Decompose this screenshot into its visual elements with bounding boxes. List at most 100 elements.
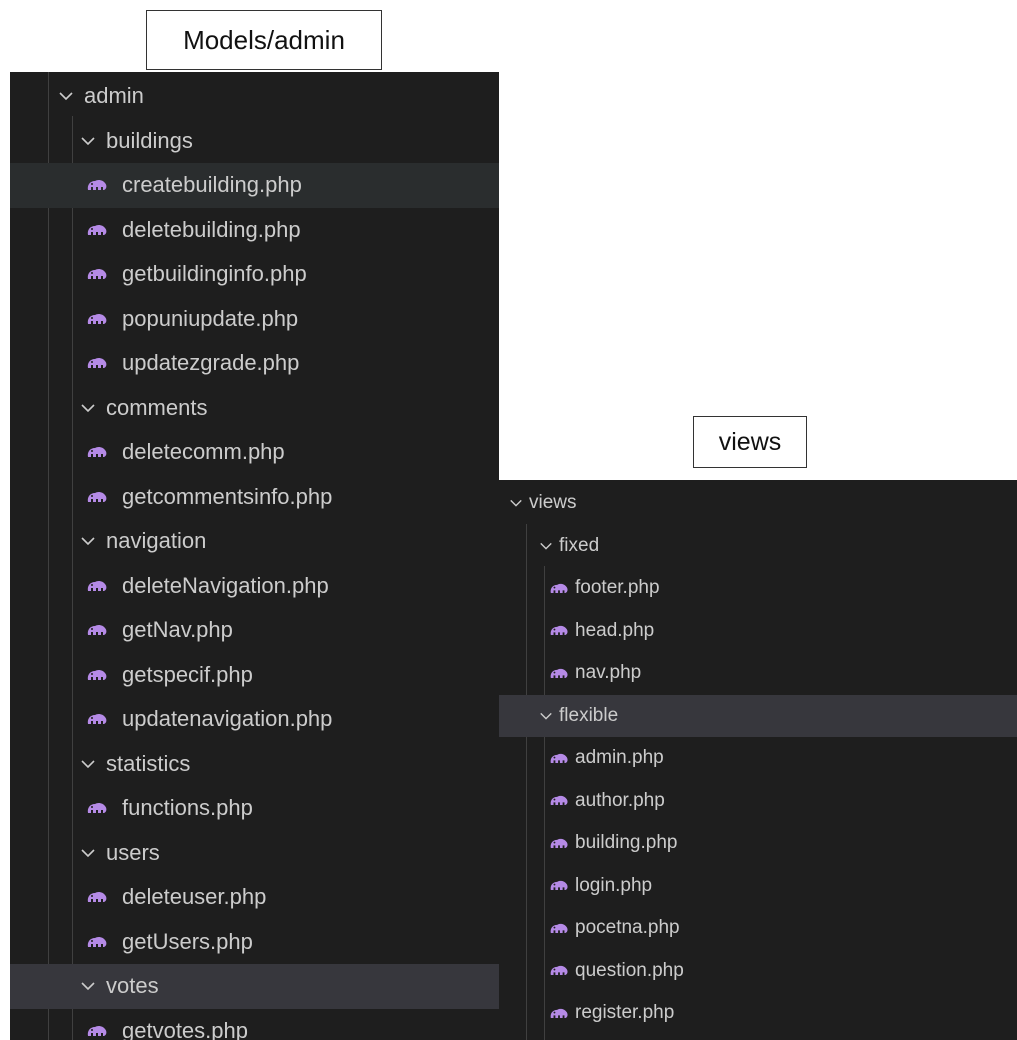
chevron-down-icon: [539, 539, 553, 553]
file-row[interactable]: createbuilding.php: [10, 163, 499, 208]
folder-statistics[interactable]: statistics: [10, 742, 499, 787]
folder-admin[interactable]: admin: [10, 74, 499, 119]
file-row[interactable]: author.php: [499, 780, 1017, 823]
file-label: author.php: [575, 789, 665, 811]
file-label: functions.php: [122, 795, 253, 821]
file-label: popuniupdate.php: [122, 305, 299, 331]
chevron-down-icon: [80, 756, 96, 772]
php-elephant-icon: [86, 889, 108, 905]
file-row[interactable]: register.php: [499, 992, 1017, 1035]
folder-votes[interactable]: votes: [10, 964, 499, 1009]
file-row[interactable]: getUsers.php: [10, 920, 499, 965]
file-row[interactable]: getNav.php: [10, 608, 499, 653]
php-elephant-icon: [549, 836, 569, 851]
views-explorer-panel: views fixed footer.php head.php nav.php …: [499, 480, 1017, 1040]
folder-buildings[interactable]: buildings: [10, 119, 499, 164]
file-label: deletebuilding.php: [122, 216, 301, 242]
file-row[interactable]: question.php: [499, 950, 1017, 993]
folder-flexible[interactable]: flexible: [499, 694, 1017, 737]
php-elephant-icon: [86, 667, 108, 683]
file-label: pocetna.php: [575, 917, 680, 939]
file-row[interactable]: pocetna.php: [499, 907, 1017, 950]
views-caption: views: [693, 416, 807, 468]
php-elephant-icon: [86, 177, 108, 193]
file-label: deletecomm.php: [122, 439, 285, 465]
file-row[interactable]: functions.php: [10, 786, 499, 831]
php-elephant-icon: [549, 1006, 569, 1021]
file-label: deleteNavigation.php: [122, 572, 329, 598]
file-row[interactable]: deletecomm.php: [10, 430, 499, 475]
folder-label: fixed: [559, 534, 600, 556]
file-label: admin.php: [575, 747, 664, 769]
php-elephant-icon: [86, 311, 108, 327]
php-elephant-icon: [549, 666, 569, 681]
file-row[interactable]: head.php: [499, 610, 1017, 653]
folder-label: buildings: [106, 127, 193, 153]
file-label: building.php: [575, 832, 678, 854]
models-admin-caption: Models/admin: [146, 10, 382, 70]
file-label: getUsers.php: [122, 928, 253, 954]
php-elephant-icon: [86, 444, 108, 460]
php-elephant-icon: [86, 800, 108, 816]
folder-users[interactable]: users: [10, 831, 499, 876]
php-elephant-icon: [549, 878, 569, 893]
file-row[interactable]: footer.php: [499, 567, 1017, 610]
php-elephant-icon: [549, 963, 569, 978]
folder-label: comments: [106, 394, 208, 420]
chevron-down-icon: [80, 400, 96, 416]
chevron-down-icon: [58, 88, 74, 104]
php-elephant-icon: [86, 711, 108, 727]
file-label: register.php: [575, 1002, 675, 1024]
file-row[interactable]: updatezgrade.php: [10, 341, 499, 386]
folder-label: users: [106, 839, 160, 865]
file-label: getcommentsinfo.php: [122, 483, 333, 509]
folder-label: admin: [84, 83, 144, 109]
chevron-down-icon: [80, 133, 96, 149]
file-label: createbuilding.php: [122, 172, 302, 198]
chevron-down-icon: [509, 496, 523, 510]
php-elephant-icon: [86, 1023, 108, 1039]
php-elephant-icon: [549, 581, 569, 596]
file-row[interactable]: deleteNavigation.php: [10, 564, 499, 609]
file-row[interactable]: getvotes.php: [10, 1009, 499, 1040]
folder-fixed[interactable]: fixed: [499, 525, 1017, 568]
file-row[interactable]: nav.php: [499, 652, 1017, 695]
file-label: updatezgrade.php: [122, 350, 300, 376]
file-label: deleteuser.php: [122, 884, 267, 910]
folder-label: navigation: [106, 528, 207, 554]
file-row[interactable]: updatenavigation.php: [10, 697, 499, 742]
file-row[interactable]: getcommentsinfo.php: [10, 475, 499, 520]
folder-navigation[interactable]: navigation: [10, 519, 499, 564]
file-label: footer.php: [575, 577, 660, 599]
php-elephant-icon: [549, 921, 569, 936]
php-elephant-icon: [86, 355, 108, 371]
file-row[interactable]: getspecif.php: [10, 653, 499, 698]
file-row[interactable]: admin.php: [499, 737, 1017, 780]
php-elephant-icon: [86, 934, 108, 950]
php-elephant-icon: [86, 222, 108, 238]
php-elephant-icon: [86, 266, 108, 282]
file-label: nav.php: [575, 662, 642, 684]
php-elephant-icon: [86, 622, 108, 638]
file-label: getbuildinginfo.php: [122, 261, 307, 287]
file-label: head.php: [575, 619, 655, 641]
file-row[interactable]: deletebuilding.php: [10, 208, 499, 253]
php-elephant-icon: [549, 623, 569, 638]
file-label: question.php: [575, 959, 684, 981]
file-row[interactable]: getbuildinginfo.php: [10, 252, 499, 297]
php-elephant-icon: [86, 578, 108, 594]
file-row[interactable]: popuniupdate.php: [10, 297, 499, 342]
chevron-down-icon: [539, 709, 553, 723]
folder-views[interactable]: views: [499, 482, 1017, 525]
php-elephant-icon: [549, 751, 569, 766]
file-label: getNav.php: [122, 617, 233, 643]
file-label: login.php: [575, 874, 653, 896]
file-row[interactable]: login.php: [499, 865, 1017, 908]
file-label: updatenavigation.php: [122, 706, 333, 732]
folder-comments[interactable]: comments: [10, 386, 499, 431]
file-row[interactable]: deleteuser.php: [10, 875, 499, 920]
php-elephant-icon: [549, 793, 569, 808]
php-elephant-icon: [86, 489, 108, 505]
file-row[interactable]: building.php: [499, 822, 1017, 865]
folder-label: votes: [106, 973, 159, 999]
